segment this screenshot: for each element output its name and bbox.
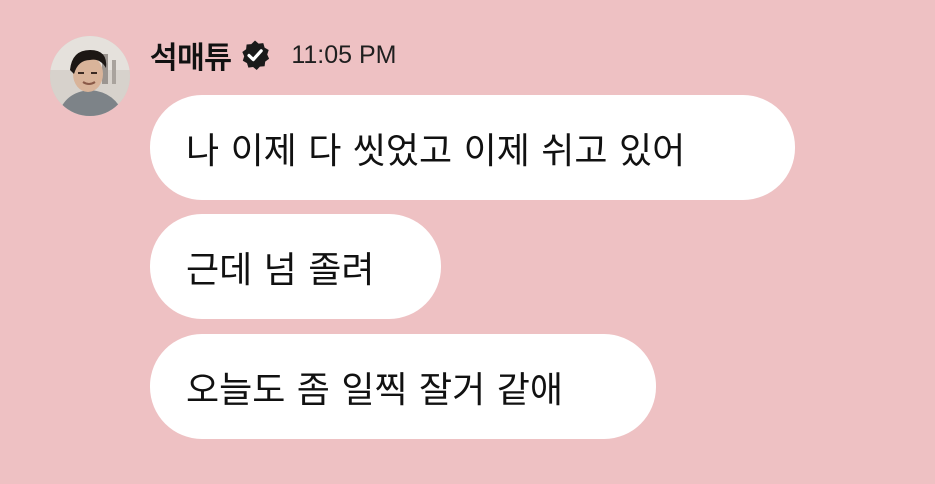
sender-name[interactable]: 석매튜 [150, 33, 232, 77]
message-text: 오늘도 좀 일찍 잘거 같애 [186, 369, 563, 411]
message-header: 석매튜 11:05 PM [150, 30, 396, 80]
chat-conversation: 석매튜 11:05 PM 나 이제 다 씻었고 이제 쉬고 있어 근데 넘 졸려… [0, 0, 935, 484]
message-bubble[interactable]: 나 이제 다 씻었고 이제 쉬고 있어 [150, 95, 795, 200]
avatar-photo [50, 36, 130, 116]
verified-badge-icon [239, 39, 271, 71]
message-text: 나 이제 다 씻었고 이제 쉬고 있어 [186, 130, 686, 172]
message-timestamp: 11:05 PM [291, 40, 397, 69]
message-bubble[interactable]: 근데 넘 졸려 [150, 214, 441, 319]
avatar[interactable] [50, 36, 130, 116]
message-text: 근데 넘 졸려 [186, 249, 375, 291]
message-bubble[interactable]: 오늘도 좀 일찍 잘거 같애 [150, 334, 656, 439]
